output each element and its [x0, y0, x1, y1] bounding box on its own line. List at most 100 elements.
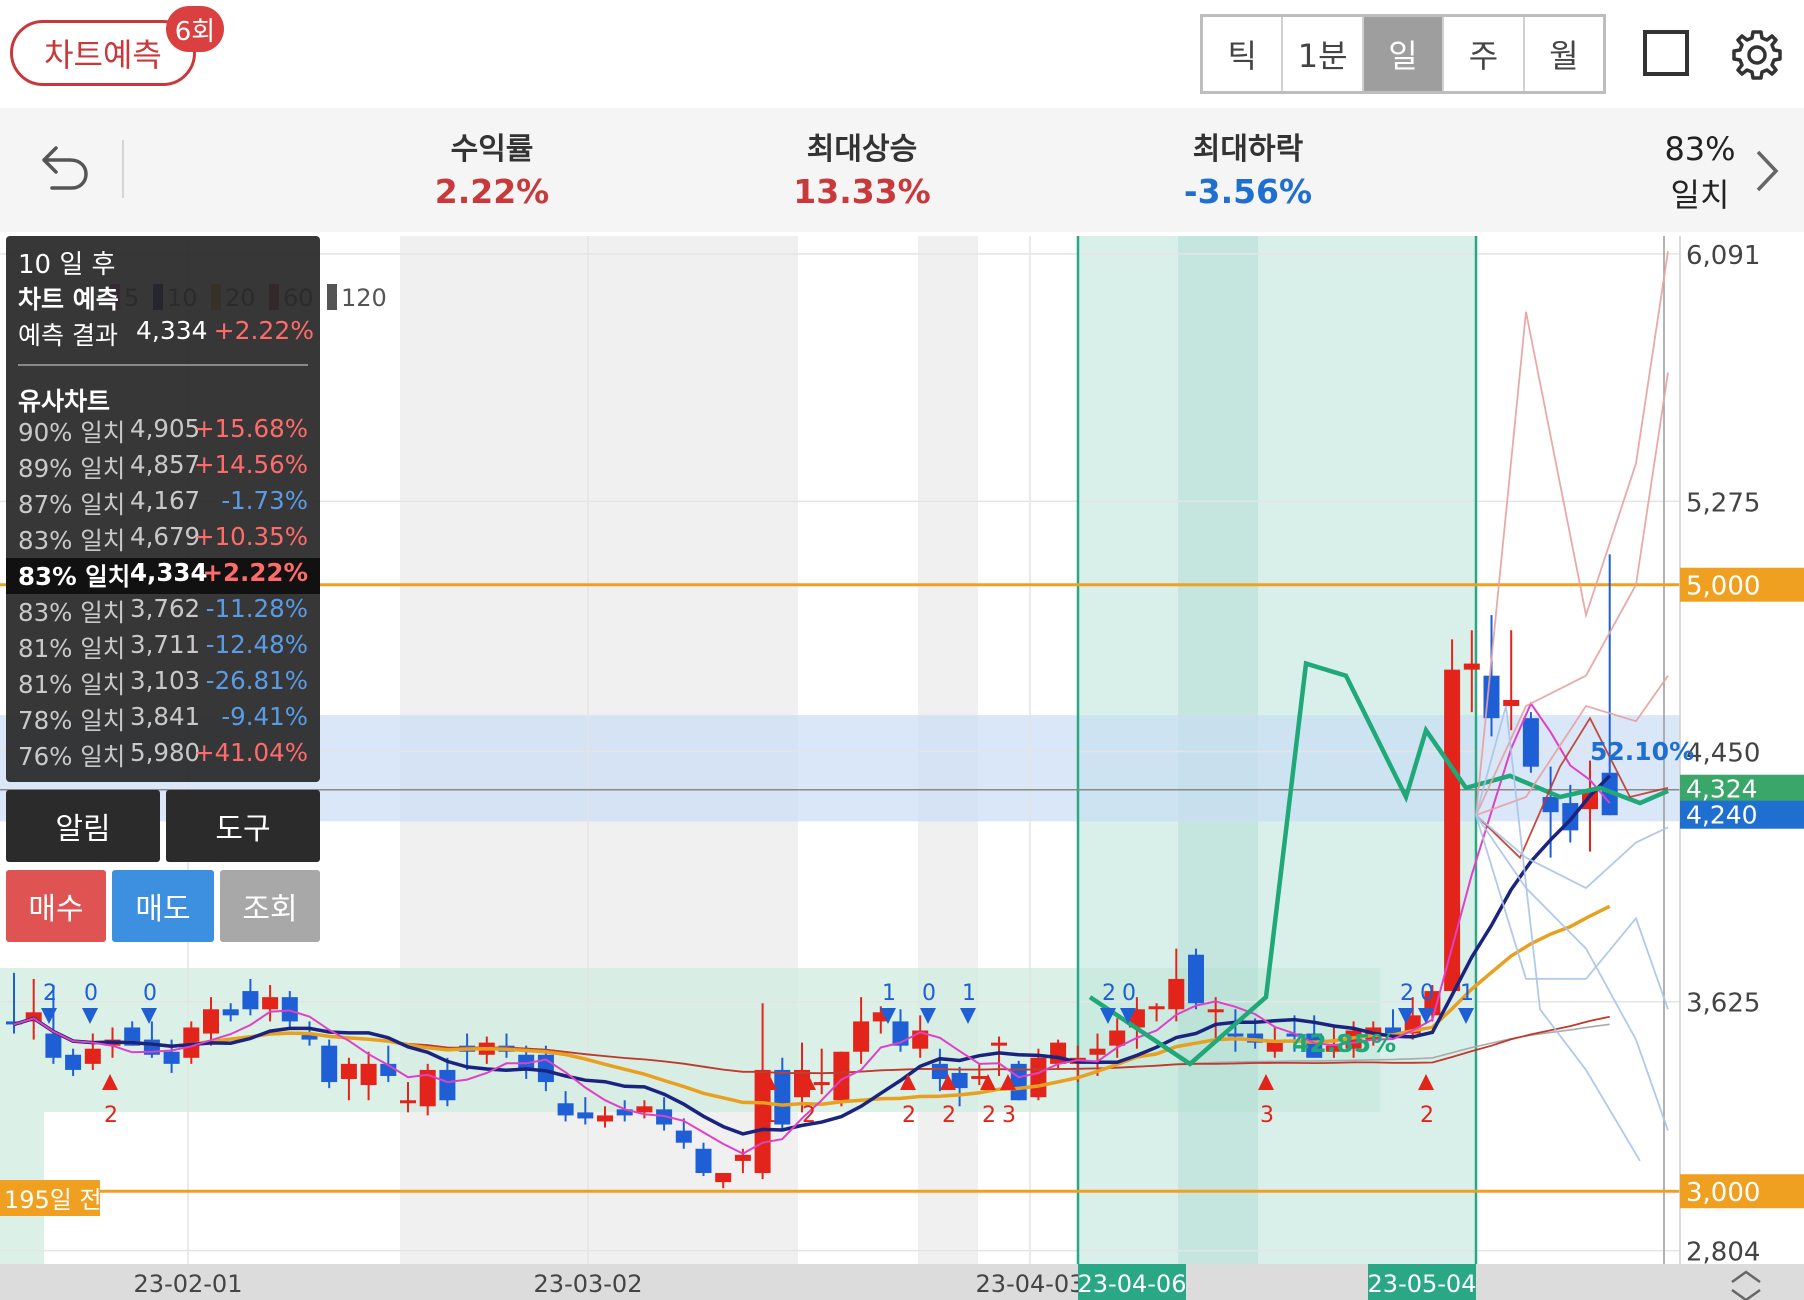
band-pct-label: 52.10% [1590, 737, 1694, 766]
max-up-value: 13.33% [793, 172, 931, 211]
similar-pct: +2.22% [202, 558, 308, 587]
candle [557, 1103, 574, 1116]
match-label: 일치 [1670, 176, 1730, 214]
similar-chart-row[interactable]: 83% 일치 4,679 +10.35% [6, 522, 320, 558]
signal-label: 2 [1420, 1103, 1434, 1128]
sell-button[interactable]: 매도 [112, 870, 214, 942]
tool-button[interactable]: 도구 [166, 790, 320, 862]
period-day-tab[interactable]: 일 [1363, 17, 1445, 91]
similar-chart-row[interactable]: 83% 일치 3,762 -11.28% [6, 594, 320, 630]
similar-pct: -26.81% [205, 666, 308, 695]
box-pct-label: 42.85% [1292, 1029, 1396, 1058]
match-summary[interactable]: 83% 일치 [1640, 126, 1760, 218]
y-tick-label: 6,091 [1686, 241, 1760, 271]
similar-value: 4,905 [130, 414, 201, 443]
similar-match: 83% 일치 [18, 526, 126, 555]
gear-icon[interactable] [1728, 26, 1786, 84]
similar-chart-row[interactable]: 76% 일치 5,980 +41.04% [6, 738, 320, 774]
similar-chart-row[interactable]: 78% 일치 3,841 -9.41% [6, 702, 320, 738]
top-bar: 차트예측 6회 틱 1분 일 주 월 [0, 0, 1804, 108]
signal-label: 1 [1460, 981, 1474, 1006]
period-month-tab[interactable]: 월 [1525, 17, 1603, 91]
candle [1089, 1048, 1106, 1055]
candle [1030, 1057, 1047, 1098]
x-highlight-end: 23-05-04 [1368, 1270, 1477, 1298]
alarm-button[interactable]: 알림 [6, 790, 160, 862]
similar-match: 87% 일치 [18, 490, 126, 519]
similar-pct: +41.04% [194, 738, 308, 767]
chevron-right-icon[interactable] [1752, 148, 1782, 194]
candle [439, 1069, 456, 1101]
signal-label: 3 [1260, 1103, 1274, 1128]
x-highlight-start: 23-04-06 [1078, 1270, 1187, 1298]
forecast-line [1475, 814, 1669, 1010]
return-label: 수익률 [450, 132, 534, 167]
similar-chart-row[interactable]: 81% 일치 3,103 -26.81% [6, 666, 320, 702]
return-value: 2.22% [434, 172, 550, 211]
x-tick-label: 23-03-02 [534, 1270, 643, 1298]
level-tag-label: 3,000 [1686, 1178, 1760, 1208]
level-tag-label: 5,000 [1686, 572, 1760, 602]
similar-value: 4,857 [130, 450, 201, 479]
square-icon[interactable] [1643, 30, 1689, 76]
candle [163, 1051, 180, 1064]
signal-label: 2 [1400, 981, 1414, 1006]
candle [262, 997, 279, 1010]
price-tag-label: 4,240 [1686, 801, 1758, 830]
similar-value: 3,841 [130, 702, 201, 731]
candle [340, 1063, 357, 1080]
query-button[interactable]: 조회 [220, 870, 320, 942]
legend-swatch [327, 284, 337, 310]
candle [636, 1106, 653, 1113]
undo-icon[interactable] [38, 142, 90, 194]
candle [45, 1033, 62, 1058]
signal-label: 1 [962, 981, 976, 1006]
max-up-label: 최대상승 [806, 132, 918, 167]
candle [1207, 1009, 1224, 1013]
candle [1266, 1042, 1283, 1052]
signal-label: 1 [763, 1103, 777, 1128]
similar-match: 81% 일치 [18, 634, 126, 663]
match-pct: 83% [1664, 130, 1736, 168]
similar-value: 4,167 [130, 486, 201, 515]
similar-chart-row[interactable]: 83% 일치 4,334 +2.22% [6, 558, 320, 594]
similar-title: 유사차트 [18, 387, 111, 416]
forecast-line [1475, 814, 1669, 1131]
candle [400, 1100, 416, 1104]
legend-label: 120 [341, 284, 387, 312]
period-selector: 틱 1분 일 주 월 [1200, 14, 1606, 94]
similar-chart-row[interactable]: 81% 일치 3,711 -12.48% [6, 630, 320, 666]
candle [1148, 1006, 1165, 1010]
candle [1522, 718, 1539, 767]
similar-match: 89% 일치 [18, 454, 126, 483]
similar-pct: -9.41% [221, 702, 308, 731]
candle [360, 1063, 377, 1086]
return-stat: 수익률 2.22% [382, 124, 602, 211]
stats-bar: 수익률 2.22% 최대상승 13.33% 최대하락 -3.56% 83% 일치 [0, 108, 1804, 232]
similar-chart-row[interactable]: 89% 일치 4,857 +14.56% [6, 450, 320, 486]
candle [321, 1045, 338, 1083]
similar-match: 83% 일치 [18, 598, 126, 627]
result-value: 4,334 [136, 316, 208, 345]
similar-match: 78% 일치 [18, 706, 126, 735]
signal-label: 1 [882, 981, 896, 1006]
similar-chart-row[interactable]: 90% 일치 4,905 +15.68% [6, 414, 320, 450]
candle [242, 991, 259, 1010]
similar-chart-row[interactable]: 87% 일치 4,167 -1.73% [6, 486, 320, 522]
period-week-tab[interactable]: 주 [1444, 17, 1525, 91]
similar-value: 3,103 [130, 666, 201, 695]
period-tick-tab[interactable]: 틱 [1203, 17, 1284, 91]
candle [222, 1009, 239, 1016]
signal-label: 2 [104, 1103, 118, 1128]
candle [675, 1130, 692, 1143]
candle [951, 1072, 968, 1089]
candle [931, 1063, 948, 1080]
signal-label: 2 [942, 1103, 956, 1128]
signal-label: 0 [1122, 981, 1136, 1006]
similar-pct: -12.48% [205, 630, 308, 659]
buy-button[interactable]: 매수 [6, 870, 106, 942]
similar-match: 83% 일치 [18, 562, 131, 591]
period-1min-tab[interactable]: 1분 [1283, 17, 1364, 91]
candle [281, 997, 298, 1022]
y-tick-label: 3,625 [1686, 989, 1760, 1019]
